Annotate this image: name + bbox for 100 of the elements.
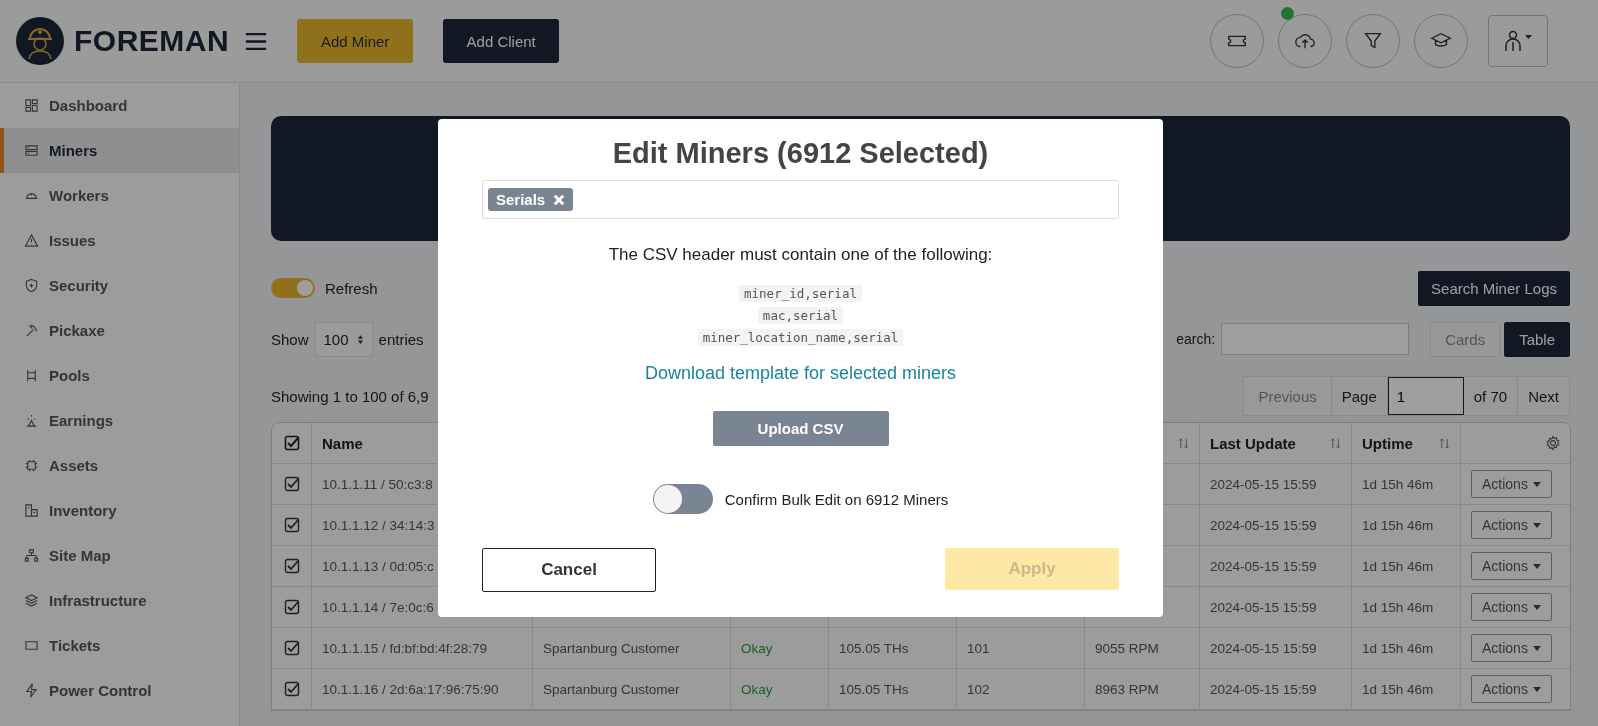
checkbox[interactable] xyxy=(283,558,300,574)
sidebar-item[interactable]: Tickets xyxy=(0,623,239,668)
sidebar-item[interactable]: Security xyxy=(0,263,239,308)
table-cell: 10.1.1.14 / 7e:0c:6 xyxy=(322,599,434,615)
settings-icon[interactable] xyxy=(1545,435,1561,451)
table-cell: 10.1.1.15 / fd:bf:bd:4f:28:79 xyxy=(322,640,488,656)
table-cell: 105.05 THs xyxy=(839,640,909,656)
filter-icon xyxy=(1362,30,1384,52)
table-cell: 8963 RPM xyxy=(1095,681,1159,697)
checkbox[interactable] xyxy=(283,435,300,451)
caret-icon xyxy=(1532,686,1541,692)
confirm-label: Confirm Bulk Edit on 6912 Miners xyxy=(724,490,949,508)
layers-icon xyxy=(24,593,39,608)
sidebar-item[interactable]: Workers xyxy=(0,173,239,218)
table-cell: Okay xyxy=(741,640,773,656)
checkbox[interactable] xyxy=(283,640,300,656)
actions-dropdown[interactable]: Actions xyxy=(1471,675,1552,703)
sort-icon[interactable] xyxy=(1439,436,1450,450)
table-cell: 2024-05-15 15:59 xyxy=(1210,517,1317,533)
caret-icon xyxy=(1532,563,1541,569)
sidebar-item[interactable]: Miners xyxy=(0,128,239,173)
menu-icon[interactable] xyxy=(245,31,268,51)
table-cell: 10.1.1.16 / 2d:6a:17:96:75:90 xyxy=(322,681,499,697)
checkbox[interactable] xyxy=(283,476,300,492)
page-count: of 70 xyxy=(1463,377,1519,415)
pickaxe-icon xyxy=(24,323,39,338)
header-button[interactable]: Add Client xyxy=(443,19,560,63)
caret-icon xyxy=(1532,645,1541,651)
checkbox[interactable] xyxy=(283,599,300,615)
table-cell: Okay xyxy=(741,681,773,697)
table-cell: 10.1.1.12 / 34:14:3 xyxy=(322,517,435,533)
modal-title: Edit Miners (6912 Selected) xyxy=(612,136,989,171)
table-cell: 2024-05-15 15:59 xyxy=(1210,476,1317,492)
lightning-icon xyxy=(24,683,39,698)
column-header[interactable]: Last Update xyxy=(1210,434,1296,452)
cancel-button[interactable]: Cancel xyxy=(482,548,656,592)
sidebar-item[interactable]: Infrastructure xyxy=(0,578,239,623)
tag-input[interactable]: Serials xyxy=(482,180,1119,219)
entries-label: entries xyxy=(378,330,424,348)
sidebar-item[interactable]: Earnings xyxy=(0,398,239,443)
close-icon[interactable] xyxy=(553,193,566,206)
sidebar-item[interactable]: Site Map xyxy=(0,533,239,578)
code-snippet: miner_location_name,serial xyxy=(697,329,904,346)
sidebar-item[interactable]: Power Control xyxy=(0,668,239,713)
search-field[interactable] xyxy=(1221,323,1410,355)
table-cell: 1d 15h 46m xyxy=(1362,517,1434,533)
refresh-toggle[interactable] xyxy=(271,278,315,298)
table-cell: 9055 RPM xyxy=(1095,640,1159,656)
next-button[interactable]: Next xyxy=(1518,377,1569,415)
actions-dropdown[interactable]: Actions xyxy=(1471,593,1552,621)
view-tab[interactable]: Table xyxy=(1504,321,1570,357)
refresh-label: Refresh xyxy=(325,279,378,297)
actions-dropdown[interactable]: Actions xyxy=(1471,470,1552,498)
table-cell: 2024-05-15 15:59 xyxy=(1210,640,1317,656)
checkbox[interactable] xyxy=(283,517,300,533)
sidebar-item[interactable]: Issues xyxy=(0,218,239,263)
actions-dropdown[interactable]: Actions xyxy=(1471,552,1552,580)
column-header[interactable]: Name xyxy=(322,434,363,452)
updown-icon xyxy=(356,333,364,345)
page-label: Page xyxy=(1331,377,1388,415)
confirm-toggle[interactable] xyxy=(652,484,713,514)
caret-icon xyxy=(1532,522,1541,528)
table-cell: 105.05 THs xyxy=(839,681,909,697)
table-cell: 1d 15h 46m xyxy=(1362,599,1434,615)
sidebar-item[interactable]: Pools xyxy=(0,353,239,398)
shield-icon xyxy=(24,278,39,293)
sidebar-item[interactable]: Dashboard xyxy=(0,83,239,128)
code-snippet: mac,serial xyxy=(757,307,844,324)
table-cell: 1d 15h 46m xyxy=(1362,476,1434,492)
sidebar-item[interactable]: Assets xyxy=(0,443,239,488)
view-tab[interactable]: Cards xyxy=(1430,321,1501,357)
actions-dropdown[interactable]: Actions xyxy=(1471,511,1552,539)
caret-icon xyxy=(1532,604,1541,610)
download-link[interactable]: Download template for selected miners xyxy=(644,363,957,384)
table-cell: Spartanburg Customer xyxy=(543,640,680,656)
sort-icon[interactable] xyxy=(1330,436,1341,450)
sitemap-icon xyxy=(24,548,39,563)
table-cell: 2024-05-15 15:59 xyxy=(1210,599,1317,615)
tag-chip[interactable]: Serials xyxy=(488,188,574,211)
search-label: earch: xyxy=(1176,331,1216,347)
entries-select[interactable]: 100 xyxy=(314,321,373,357)
column-header[interactable]: Uptime xyxy=(1362,434,1413,452)
sidebar-item[interactable]: Pickaxe xyxy=(0,308,239,353)
actions-dropdown[interactable]: Actions xyxy=(1471,634,1552,662)
sidebar-item[interactable]: Inventory xyxy=(0,488,239,533)
user-menu-button[interactable] xyxy=(1488,15,1548,67)
showing-info: Showing 1 to 100 of 6,9 xyxy=(271,387,429,405)
search-logs-button[interactable]: Search Miner Logs xyxy=(1418,270,1570,306)
checkbox[interactable] xyxy=(283,681,300,697)
warning-icon xyxy=(24,233,39,248)
table-cell: 1d 15h 46m xyxy=(1362,558,1434,574)
page-field[interactable]: 1 xyxy=(1387,377,1464,415)
caret-icon xyxy=(1532,481,1541,487)
header-button[interactable]: Add Miner xyxy=(297,19,414,63)
show-label: Show xyxy=(271,330,309,348)
sort-icon[interactable] xyxy=(1178,436,1189,450)
previous-button[interactable]: Previous xyxy=(1244,377,1332,415)
table-cell: Spartanburg Customer xyxy=(543,681,680,697)
table-cell: 10.1.1.13 / 0d:05:c xyxy=(322,558,434,574)
upload-button[interactable]: Upload CSV xyxy=(712,411,889,446)
